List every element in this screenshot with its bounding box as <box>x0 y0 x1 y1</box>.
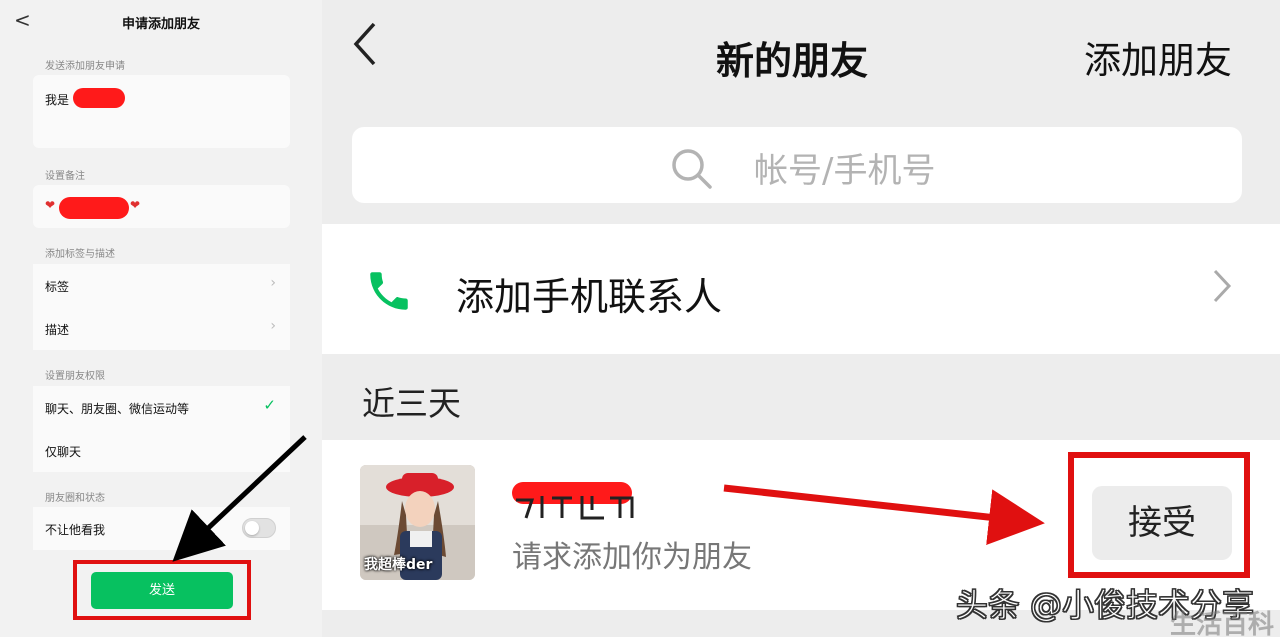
chevron-right-icon <box>1212 268 1232 308</box>
send-button[interactable]: 发送 <box>91 572 233 609</box>
hide-my-moments-row: 不让他看我 <box>33 507 290 550</box>
section-label-remark: 设置备注 <box>45 171 85 182</box>
request-message-prefix: 我是 <box>45 93 70 107</box>
description-row[interactable]: 描述 › <box>33 307 290 350</box>
checkmark-icon: ✓ <box>263 396 276 414</box>
send-button-highlight: 发送 <box>73 560 251 620</box>
search-input[interactable]: 帐号/手机号 <box>352 127 1242 203</box>
avatar: 我超棒der <box>360 465 475 580</box>
right-phone-screen: 新的朋友 添加朋友 帐号/手机号 添加手机联系人 近三天 我超棒der 请求添加… <box>322 0 1280 637</box>
permission-option-chat[interactable]: 仅聊天 <box>33 429 290 472</box>
description-label: 描述 <box>45 323 70 337</box>
recent-section-header: 近三天 <box>362 384 461 423</box>
page-title: 申请添加朋友 <box>121 17 200 32</box>
tags-label: 标签 <box>45 280 70 294</box>
left-top-bar: < 申请添加朋友 <box>0 0 322 44</box>
redacted-name-mark <box>73 88 125 108</box>
corner-watermark: 生活百科 <box>1169 610 1274 637</box>
section-label-request: 发送添加朋友申请 <box>45 61 125 72</box>
accept-button-highlight: 接受 <box>1068 452 1250 578</box>
search-placeholder: 帐号/手机号 <box>754 151 936 191</box>
permission-option-chat-label: 仅聊天 <box>45 445 82 459</box>
phone-icon <box>364 266 414 320</box>
remark-field[interactable]: ❤ ❤ <box>33 185 290 228</box>
section-label-moments: 朋友圈和状态 <box>45 493 105 504</box>
section-label-tags: 添加标签与描述 <box>45 249 115 260</box>
accept-button[interactable]: 接受 <box>1092 486 1232 560</box>
section-label-permission: 设置朋友权限 <box>45 371 105 382</box>
request-message-field[interactable]: 我是 <box>33 75 290 148</box>
avatar-caption: 我超棒der <box>364 557 433 573</box>
chevron-right-icon: › <box>270 275 276 291</box>
redacted-name-scribble <box>516 496 634 520</box>
hide-my-moments-toggle[interactable] <box>242 518 276 538</box>
tags-row[interactable]: 标签 › <box>33 264 290 307</box>
add-friend-button[interactable]: 添加朋友 <box>1084 30 1232 84</box>
left-phone-screen: < 申请添加朋友 发送添加朋友申请 我是 设置备注 ❤ ❤ 添加标签与描述 标签… <box>0 0 322 637</box>
heart-icon: ❤ <box>130 198 141 212</box>
chevron-right-icon: › <box>270 318 276 334</box>
permission-option-all[interactable]: 聊天、朋友圈、微信运动等 ✓ <box>33 386 290 429</box>
redacted-remark-mark <box>59 197 129 219</box>
hide-my-moments-label: 不让他看我 <box>45 523 106 537</box>
permission-option-all-label: 聊天、朋友圈、微信运动等 <box>45 402 190 416</box>
search-icon <box>670 147 714 195</box>
add-phone-contacts-row[interactable]: 添加手机联系人 <box>322 224 1280 354</box>
add-phone-contacts-label: 添加手机联系人 <box>456 275 723 319</box>
heart-icon: ❤ <box>45 198 56 212</box>
request-subtitle: 请求添加你为朋友 <box>512 540 752 575</box>
